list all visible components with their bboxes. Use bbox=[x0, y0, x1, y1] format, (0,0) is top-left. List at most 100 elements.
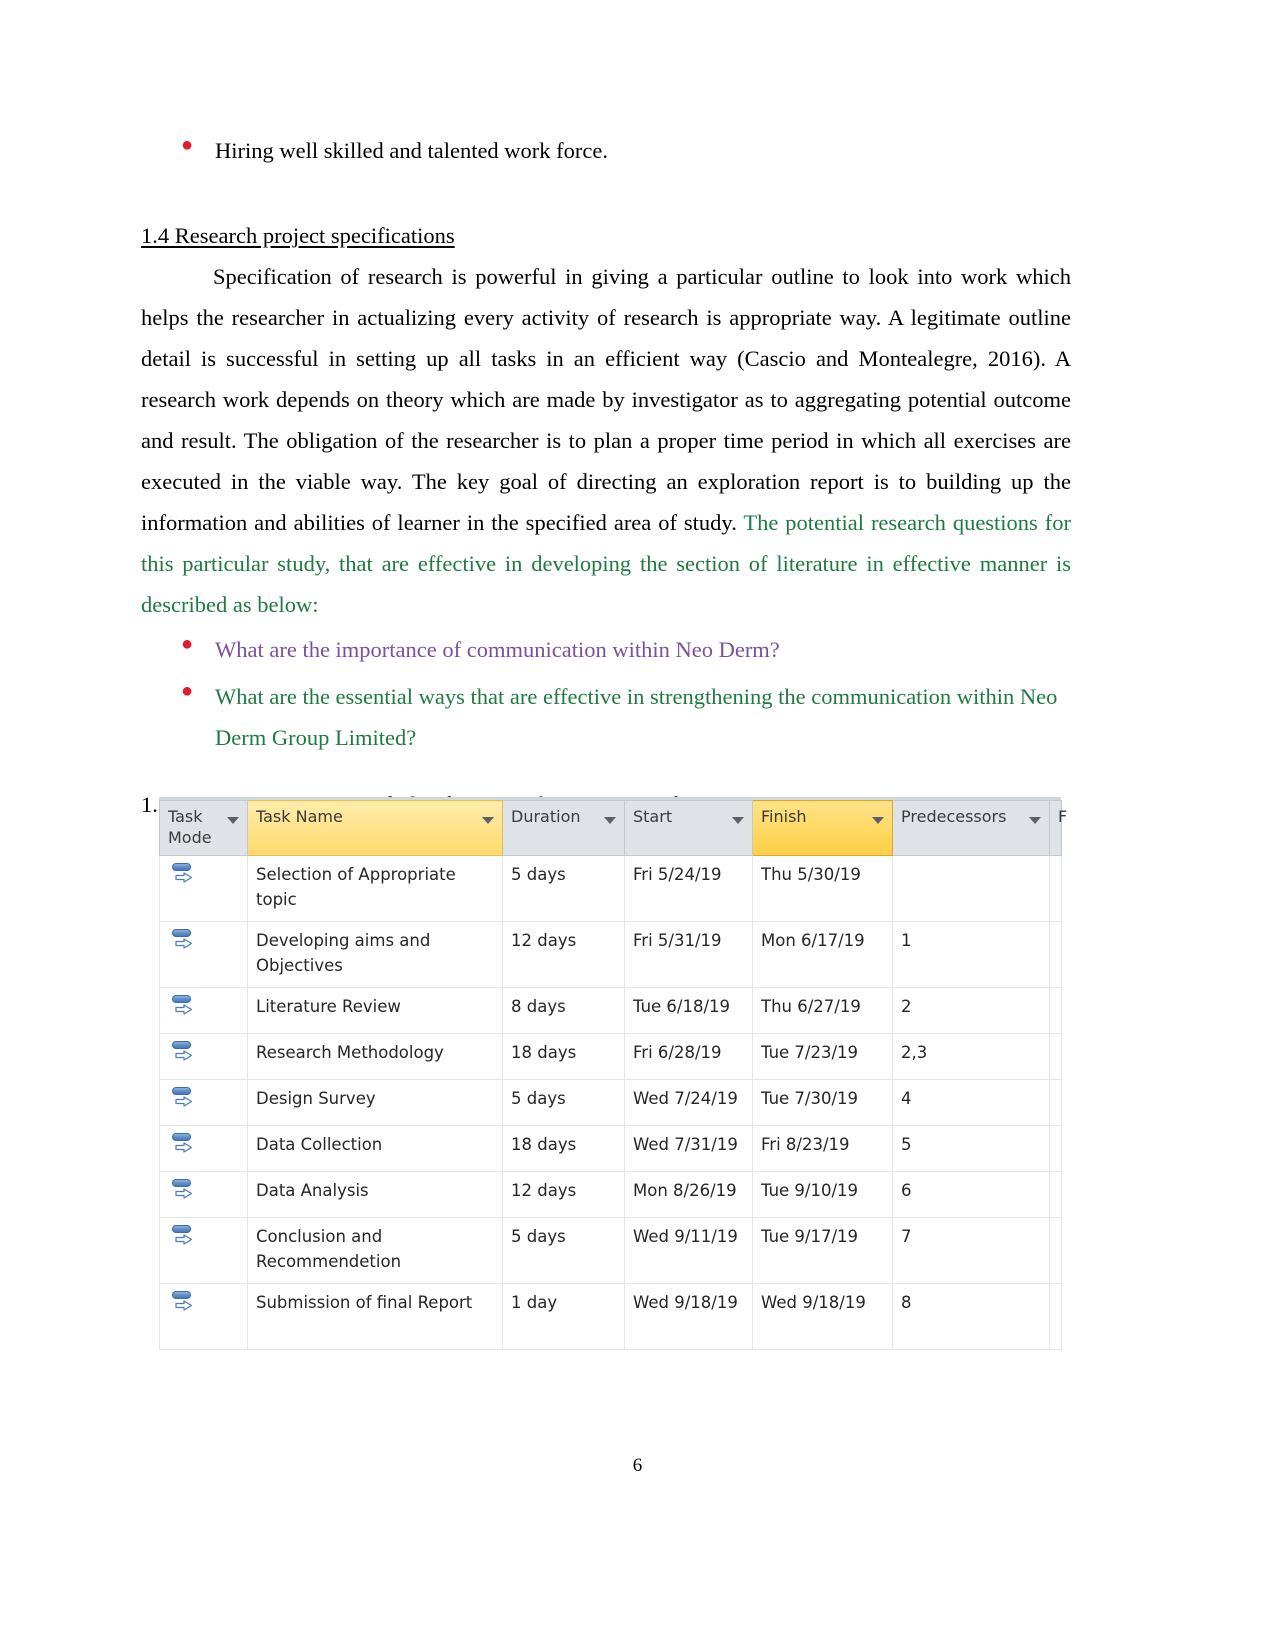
start-cell[interactable]: Wed 9/11/19 bbox=[624, 1217, 753, 1284]
finish-cell[interactable]: Tue 7/30/19 bbox=[752, 1079, 893, 1126]
schedule-grid: Task Mode Task Name Duration Start Finis… bbox=[159, 800, 1067, 1350]
task-name-cell[interactable]: Data Analysis bbox=[247, 1171, 503, 1218]
task-name-cell[interactable]: Selection of Appropriate topic bbox=[247, 855, 503, 922]
partial-cell bbox=[1049, 921, 1062, 988]
task-name-cell[interactable]: Design Survey bbox=[247, 1079, 503, 1126]
start-cell[interactable]: Mon 8/26/19 bbox=[624, 1171, 753, 1218]
filter-caret-icon[interactable] bbox=[482, 817, 494, 824]
filter-caret-icon[interactable] bbox=[604, 817, 616, 824]
finish-cell[interactable]: Mon 6/17/19 bbox=[752, 921, 893, 988]
filter-caret-icon[interactable] bbox=[227, 817, 239, 824]
task-mode-cell[interactable] bbox=[159, 855, 248, 922]
partial-cell bbox=[1049, 1171, 1062, 1218]
column-header-task-name[interactable]: Task Name bbox=[247, 800, 503, 856]
start-cell[interactable]: Fri 6/28/19 bbox=[624, 1033, 753, 1080]
task-name-cell[interactable]: Submission of final Report bbox=[247, 1283, 503, 1350]
start-cell[interactable]: Wed 7/31/19 bbox=[624, 1125, 753, 1172]
table-row[interactable]: Data Analysis 12 days Mon 8/26/19 Tue 9/… bbox=[159, 1171, 1062, 1218]
finish-cell[interactable]: Fri 8/23/19 bbox=[752, 1125, 893, 1172]
paragraph-1-4: Specification of research is powerful in… bbox=[141, 256, 1071, 625]
filter-caret-icon[interactable] bbox=[732, 817, 744, 824]
intro-bullet-text: Hiring well skilled and talented work fo… bbox=[215, 138, 609, 163]
duration-cell[interactable]: 1 day bbox=[502, 1283, 625, 1350]
page-title-1-4: 1.4 Research project specifications bbox=[141, 223, 455, 248]
task-name-cell[interactable]: Data Collection bbox=[247, 1125, 503, 1172]
column-header-partial[interactable]: F bbox=[1049, 800, 1067, 856]
auto-scheduled-icon bbox=[172, 1178, 198, 1204]
table-row[interactable]: Developing aims and Objectives 12 days F… bbox=[159, 921, 1062, 988]
list-item: ● What are the importance of communicati… bbox=[141, 629, 1071, 670]
task-mode-cell[interactable] bbox=[159, 1217, 248, 1284]
table-row[interactable]: Submission of final Report 1 day Wed 9/1… bbox=[159, 1283, 1062, 1350]
auto-scheduled-icon bbox=[172, 928, 198, 954]
task-mode-cell[interactable] bbox=[159, 1125, 248, 1172]
bullet-marker-icon: ● bbox=[181, 680, 194, 702]
auto-scheduled-icon bbox=[172, 1086, 198, 1112]
column-header-label: Task Mode bbox=[168, 807, 212, 847]
table-row[interactable]: Data Collection 18 days Wed 7/31/19 Fri … bbox=[159, 1125, 1062, 1172]
filter-caret-icon[interactable] bbox=[1029, 817, 1041, 824]
start-cell[interactable]: Wed 7/24/19 bbox=[624, 1079, 753, 1126]
task-name-cell[interactable]: Research Methodology bbox=[247, 1033, 503, 1080]
duration-cell[interactable]: 18 days bbox=[502, 1033, 625, 1080]
duration-cell[interactable]: 12 days bbox=[502, 921, 625, 988]
start-cell[interactable]: Wed 9/18/19 bbox=[624, 1283, 753, 1350]
table-row[interactable]: Selection of Appropriate topic 5 days Fr… bbox=[159, 855, 1062, 922]
table-row[interactable]: Literature Review 8 days Tue 6/18/19 Thu… bbox=[159, 987, 1062, 1034]
column-header-duration[interactable]: Duration bbox=[502, 800, 625, 856]
task-name-cell[interactable]: Conclusion and Recommendetion bbox=[247, 1217, 503, 1284]
task-mode-cell[interactable] bbox=[159, 921, 248, 988]
column-header-task-mode[interactable]: Task Mode bbox=[159, 800, 248, 856]
filter-caret-icon[interactable] bbox=[872, 817, 884, 824]
task-name-cell[interactable]: Developing aims and Objectives bbox=[247, 921, 503, 988]
document-page: ● Hiring well skilled and talented work … bbox=[0, 0, 1275, 1650]
task-mode-cell[interactable] bbox=[159, 1079, 248, 1126]
bullet-marker-icon: ● bbox=[181, 134, 194, 156]
column-header-finish[interactable]: Finish bbox=[752, 800, 893, 856]
partial-cell bbox=[1049, 1217, 1062, 1284]
column-header-label: Duration bbox=[511, 807, 581, 826]
predecessors-cell[interactable]: 4 bbox=[892, 1079, 1050, 1126]
finish-cell[interactable]: Thu 6/27/19 bbox=[752, 987, 893, 1034]
duration-cell[interactable]: 5 days bbox=[502, 1079, 625, 1126]
start-cell[interactable]: Fri 5/24/19 bbox=[624, 855, 753, 922]
task-mode-cell[interactable] bbox=[159, 1283, 248, 1350]
column-header-start[interactable]: Start bbox=[624, 800, 753, 856]
page-content: ● Hiring well skilled and talented work … bbox=[141, 130, 1071, 825]
task-mode-cell[interactable] bbox=[159, 1033, 248, 1080]
heading-1-4-wrap: 1.4 Research project specifications bbox=[141, 193, 1071, 256]
partial-cell bbox=[1049, 987, 1062, 1034]
predecessors-cell[interactable]: 8 bbox=[892, 1283, 1050, 1350]
column-header-label: Start bbox=[633, 807, 673, 826]
finish-cell[interactable]: Tue 9/10/19 bbox=[752, 1171, 893, 1218]
finish-cell[interactable]: Tue 7/23/19 bbox=[752, 1033, 893, 1080]
partial-cell bbox=[1049, 855, 1062, 922]
table-row[interactable]: Design Survey 5 days Wed 7/24/19 Tue 7/3… bbox=[159, 1079, 1062, 1126]
task-mode-cell[interactable] bbox=[159, 1171, 248, 1218]
predecessors-cell[interactable]: 1 bbox=[892, 921, 1050, 988]
finish-cell[interactable]: Wed 9/18/19 bbox=[752, 1283, 893, 1350]
duration-cell[interactable]: 5 days bbox=[502, 1217, 625, 1284]
auto-scheduled-icon bbox=[172, 1290, 198, 1316]
column-header-predecessors[interactable]: Predecessors bbox=[892, 800, 1050, 856]
task-mode-cell[interactable] bbox=[159, 987, 248, 1034]
finish-cell[interactable]: Tue 9/17/19 bbox=[752, 1217, 893, 1284]
table-row[interactable]: Research Methodology 18 days Fri 6/28/19… bbox=[159, 1033, 1062, 1080]
table-row[interactable]: Conclusion and Recommendetion 5 days Wed… bbox=[159, 1217, 1062, 1284]
predecessors-cell[interactable]: 6 bbox=[892, 1171, 1050, 1218]
finish-cell[interactable]: Thu 5/30/19 bbox=[752, 855, 893, 922]
partial-cell bbox=[1049, 1283, 1062, 1350]
start-cell[interactable]: Fri 5/31/19 bbox=[624, 921, 753, 988]
predecessors-cell[interactable]: 2 bbox=[892, 987, 1050, 1034]
predecessors-cell[interactable]: 7 bbox=[892, 1217, 1050, 1284]
predecessors-cell[interactable]: 5 bbox=[892, 1125, 1050, 1172]
auto-scheduled-icon bbox=[172, 1224, 198, 1250]
predecessors-cell[interactable] bbox=[892, 855, 1050, 922]
duration-cell[interactable]: 5 days bbox=[502, 855, 625, 922]
duration-cell[interactable]: 12 days bbox=[502, 1171, 625, 1218]
duration-cell[interactable]: 18 days bbox=[502, 1125, 625, 1172]
duration-cell[interactable]: 8 days bbox=[502, 987, 625, 1034]
start-cell[interactable]: Tue 6/18/19 bbox=[624, 987, 753, 1034]
predecessors-cell[interactable]: 2,3 bbox=[892, 1033, 1050, 1080]
task-name-cell[interactable]: Literature Review bbox=[247, 987, 503, 1034]
